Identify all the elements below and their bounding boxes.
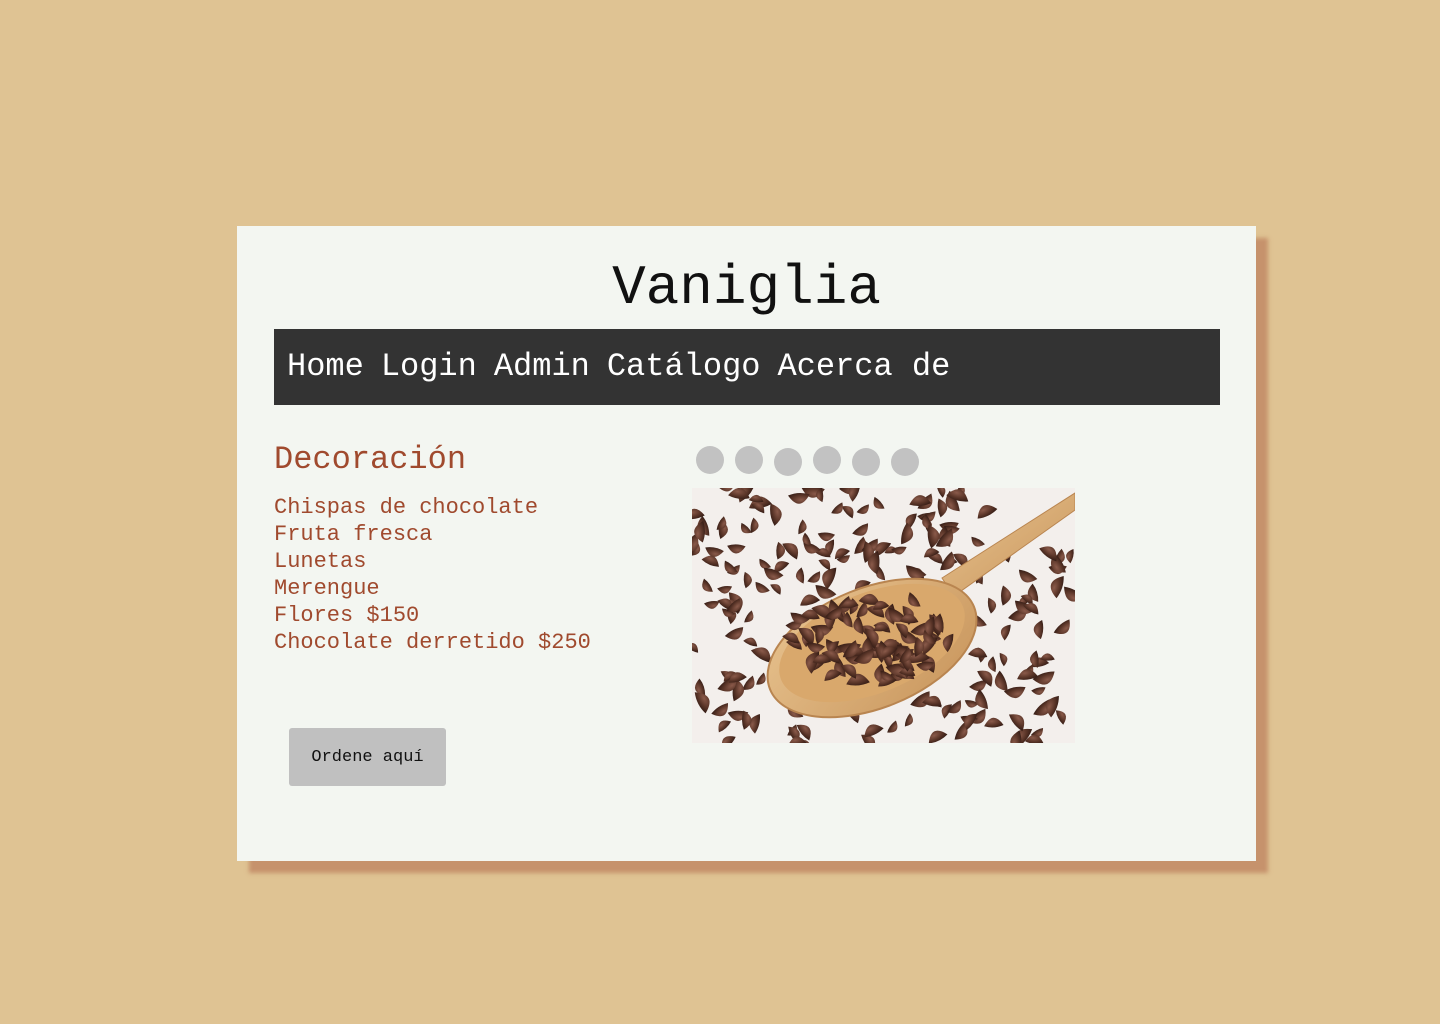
order-button[interactable]: Ordene aquí: [289, 728, 446, 786]
nav-about-link[interactable]: Acerca de: [777, 347, 950, 387]
list-item: Lunetas: [274, 549, 367, 574]
list-item: Flores $150: [274, 603, 420, 628]
carousel-dots: [696, 446, 919, 476]
list-item: Merengue: [274, 576, 380, 601]
carousel-dot[interactable]: [774, 448, 802, 476]
carousel-dot[interactable]: [891, 448, 919, 476]
list-item: Chispas de chocolate: [274, 495, 539, 520]
carousel-dot[interactable]: [696, 446, 724, 474]
carousel-dot[interactable]: [735, 446, 763, 474]
chocolate-chips-spoon-image: [692, 488, 1075, 743]
content-card: Vaniglia Home Login Admin Catálogo Acerc…: [237, 226, 1256, 861]
nav-home-link[interactable]: Home: [287, 347, 364, 387]
nav-catalog-link[interactable]: Catálogo: [607, 347, 761, 387]
carousel-dot[interactable]: [852, 448, 880, 476]
chocolate-chips-photo: [692, 488, 1075, 743]
list-item: Fruta fresca: [274, 522, 433, 547]
section-title: Decoración: [274, 441, 467, 478]
nav-admin-link[interactable]: Admin: [494, 347, 590, 387]
carousel-dot[interactable]: [813, 446, 841, 474]
list-item: Chocolate derretido $250: [274, 630, 591, 655]
nav-login-link[interactable]: Login: [381, 347, 477, 387]
site-title: Vaniglia: [612, 256, 881, 320]
decoration-list: Chispas de chocolate Fruta fresca Luneta…: [274, 494, 591, 656]
main-navbar: Home Login Admin Catálogo Acerca de: [274, 329, 1220, 405]
